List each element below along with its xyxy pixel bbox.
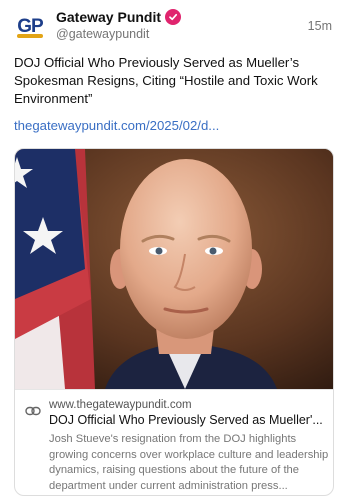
- post-header: GP Gateway Pundit @gatewaypundit 15m: [14, 9, 334, 43]
- portrait-image: [15, 149, 333, 389]
- post-timestamp[interactable]: 15m: [308, 19, 332, 33]
- name-row: Gateway Pundit: [56, 9, 182, 25]
- link-icon: [25, 403, 41, 421]
- post-text: DOJ Official Who Previously Served as Mu…: [14, 55, 318, 106]
- card-meta: www.thegatewaypundit.com DOJ Official Wh…: [15, 389, 333, 495]
- verified-badge-icon: [165, 9, 182, 25]
- card-title[interactable]: DOJ Official Who Previously Served as Mu…: [49, 413, 329, 427]
- display-name[interactable]: Gateway Pundit: [56, 9, 161, 25]
- link-preview-card[interactable]: www.thegatewaypundit.com DOJ Official Wh…: [14, 148, 334, 496]
- avatar[interactable]: GP: [14, 11, 46, 43]
- card-domain: www.thegatewaypundit.com: [49, 399, 192, 411]
- post-link[interactable]: thegatewaypundit.com/2025/02/d...: [14, 118, 219, 133]
- avatar-swoosh: [17, 34, 43, 38]
- card-image[interactable]: [15, 149, 333, 389]
- card-description: Josh Stueve's resignation from the DOJ h…: [49, 433, 329, 492]
- handle[interactable]: @gatewaypundit: [56, 27, 149, 41]
